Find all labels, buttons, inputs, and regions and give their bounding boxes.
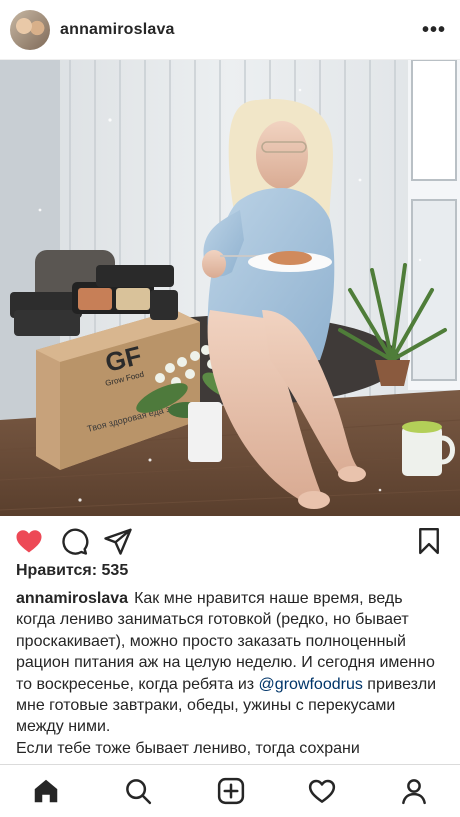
likes-count[interactable]: Нравится: 535 bbox=[16, 562, 128, 580]
post-caption: annamiroslava Как мне нравится наше время… bbox=[16, 588, 446, 760]
search-icon[interactable] bbox=[123, 776, 153, 806]
post-actions bbox=[0, 516, 460, 564]
heart-filled-icon[interactable] bbox=[14, 526, 44, 556]
home-icon[interactable] bbox=[31, 776, 61, 806]
caption-mention-link[interactable]: @growfoodrus bbox=[259, 676, 363, 693]
bookmark-icon[interactable] bbox=[414, 526, 444, 556]
share-icon[interactable] bbox=[103, 526, 133, 556]
caption-username[interactable]: annamiroslava bbox=[16, 590, 128, 607]
post-header: annamiroslava ••• bbox=[0, 0, 460, 60]
add-post-icon[interactable] bbox=[216, 776, 246, 806]
post-username[interactable]: annamiroslava bbox=[60, 21, 175, 39]
post-photo[interactable]: GF Grow Food Твоя здоровая еда здесь bbox=[0, 60, 460, 516]
profile-icon[interactable] bbox=[399, 776, 429, 806]
activity-heart-icon[interactable] bbox=[307, 776, 337, 806]
more-options-icon[interactable]: ••• bbox=[422, 20, 446, 40]
avatar[interactable] bbox=[10, 9, 50, 50]
comment-icon[interactable] bbox=[59, 526, 89, 556]
bottom-navigation bbox=[0, 764, 460, 817]
post-image: GF Grow Food Твоя здоровая еда здесь bbox=[0, 60, 460, 516]
caption-next-line: Если тебе тоже бывает лениво, тогда сохр… bbox=[16, 739, 360, 757]
